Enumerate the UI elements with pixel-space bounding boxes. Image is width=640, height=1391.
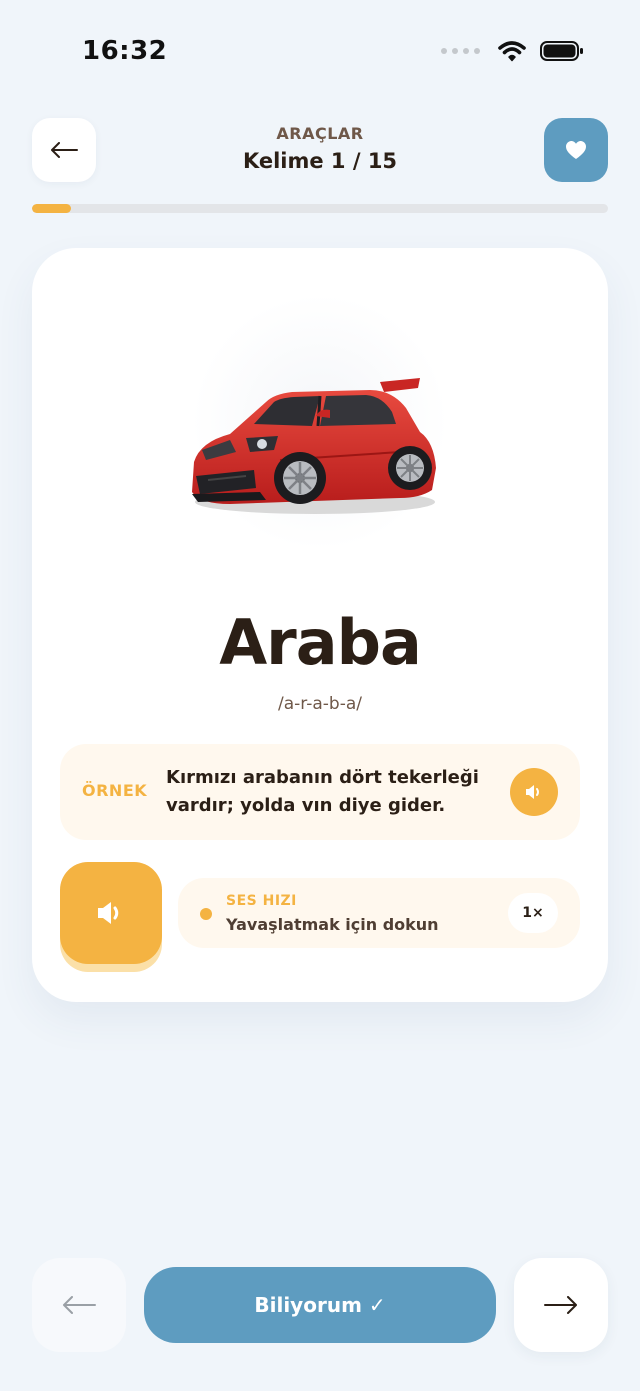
speed-indicator-dot bbox=[200, 908, 212, 920]
example-audio-button[interactable] bbox=[510, 768, 558, 816]
status-bar: 16:32 bbox=[0, 0, 640, 100]
progress-bar bbox=[32, 204, 608, 213]
flashcard-screen: 16:32 ARAÇLAR Kelime 1 / 15 Araba /a-r-a… bbox=[0, 0, 640, 1391]
example-box: ÖRNEK Kırmızı arabanın dört tekerleği va… bbox=[60, 744, 580, 840]
status-time: 16:32 bbox=[82, 36, 168, 66]
car-illustration bbox=[170, 292, 470, 552]
wifi-icon bbox=[498, 41, 526, 62]
speed-hint: Yavaşlatmak için dokun bbox=[226, 915, 439, 934]
speaker-icon bbox=[526, 785, 539, 799]
word-title: Araba bbox=[219, 606, 422, 679]
phonetic-text: /a-r-a-b-a/ bbox=[278, 694, 362, 714]
arrow-right-icon bbox=[544, 1296, 577, 1314]
next-word-button[interactable] bbox=[514, 1258, 608, 1352]
previous-word-button[interactable] bbox=[32, 1258, 126, 1352]
battery-icon bbox=[540, 41, 583, 61]
signal-dots-icon bbox=[441, 48, 480, 54]
speed-title: SES HIZI bbox=[226, 893, 297, 909]
arrow-left-icon bbox=[63, 1296, 96, 1314]
play-audio-button[interactable] bbox=[60, 862, 162, 964]
example-label: ÖRNEK bbox=[82, 781, 148, 800]
speed-value-badge[interactable]: 1× bbox=[508, 893, 558, 933]
progress-fill bbox=[32, 204, 71, 213]
heart-icon bbox=[566, 141, 586, 159]
example-sentence: Kırmızı arabanın dört tekerleği vardır; … bbox=[166, 767, 479, 816]
speaker-icon bbox=[98, 902, 119, 924]
know-word-button[interactable]: Biliyorum ✓ bbox=[144, 1267, 496, 1343]
speed-control[interactable]: SES HIZI Yavaşlatmak için dokun 1× bbox=[178, 878, 580, 948]
status-icons bbox=[441, 40, 584, 62]
favorite-button[interactable] bbox=[544, 118, 608, 182]
car-image bbox=[192, 294, 448, 550]
word-card: Araba /a-r-a-b-a/ ÖRNEK Kırmızı arabanın… bbox=[32, 248, 608, 1002]
